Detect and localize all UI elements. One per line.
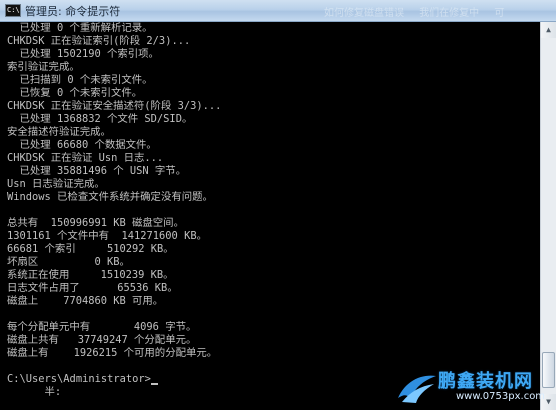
console-line: 已处理 1368832 个文件 SD/SID。 (7, 113, 193, 125)
console-line: 索引验证完成。 (7, 61, 80, 73)
title-bar[interactable]: C:\ 管理员: 命令提示符 如何修复磁盘错误 我们在修复中 可 (0, 0, 556, 22)
console-line: 磁盘上共有 37749247 个分配单元。 (7, 334, 197, 346)
console-line: 安全描述符验证完成。 (7, 126, 111, 138)
console-line: CHKDSK 正在验证索引(阶段 2/3)... (7, 35, 191, 47)
console-line: 磁盘上 7704860 KB 可用。 (7, 295, 164, 307)
cmd-icon: C:\ (5, 4, 21, 17)
ime-candidate: 半: (7, 386, 62, 398)
console-line: Windows 已检查文件系统并确定没有问题。 (7, 191, 213, 203)
console-line: 66681 个索引 510292 KB。 (7, 243, 174, 255)
vertical-scrollbar[interactable]: ▲ ▼ (540, 22, 556, 410)
console-line: CHKDSK 正在验证安全描述符(阶段 3/3)... (7, 100, 222, 112)
console-line: CHKDSK 正在验证 Usn 日志... (7, 152, 164, 164)
background-tab: 如何修复磁盘错误 (324, 8, 404, 19)
console-line: 1301161 个文件中有 141271600 KB。 (7, 230, 207, 242)
console-line: 已处理 0 个重新解析记录。 (7, 22, 153, 34)
console-line: 磁盘上有 1926215 个可用的分配单元。 (7, 347, 218, 359)
console-line: 日志文件占用了 65536 KB。 (7, 282, 178, 294)
watermark-brand: 鹏鑫装机网 (438, 371, 533, 392)
console-line: 已处理 66680 个数据文件。 (7, 139, 157, 151)
scroll-up-arrow-icon[interactable]: ▲ (541, 22, 556, 38)
console-line: Usn 日志验证完成。 (7, 178, 105, 190)
background-tab: 我们在修复中 (419, 8, 480, 19)
swoosh-logo-icon (398, 375, 436, 403)
prompt-text: C:\Users\Administrator> (7, 373, 151, 385)
console-line: 坏扇区 0 KB。 (7, 256, 130, 268)
site-watermark: 鹏鑫装机网 www.0753px.com (394, 366, 554, 408)
watermark-url: www.0753px.com (456, 391, 546, 402)
console-output[interactable]: 已处理 0 个重新解析记录。 CHKDSK 正在验证索引(阶段 2/3)... … (0, 22, 540, 410)
console-line: 已恢复 0 个未索引文件。 (7, 87, 143, 99)
background-tab: 可 (494, 8, 505, 19)
background-window-titles: 如何修复磁盘错误 我们在修复中 可 (318, 2, 552, 20)
window-title: 管理员: 命令提示符 (25, 5, 121, 18)
command-prompt[interactable]: C:\Users\Administrator> (7, 373, 158, 386)
console-line: 已扫描到 0 个未索引文件。 (7, 74, 153, 86)
text-cursor (150, 383, 158, 385)
console-line: 总共有 150996991 KB 磁盘空间。 (7, 217, 184, 229)
console-line: 每个分配单元中有 4096 字节。 (7, 321, 197, 333)
console-line: 系统正在使用 1510239 KB。 (7, 269, 174, 281)
console-line: 已处理 1502190 个索引项。 (7, 48, 159, 60)
console-line: 已处理 35881496 个 USN 字节。 (7, 165, 187, 177)
